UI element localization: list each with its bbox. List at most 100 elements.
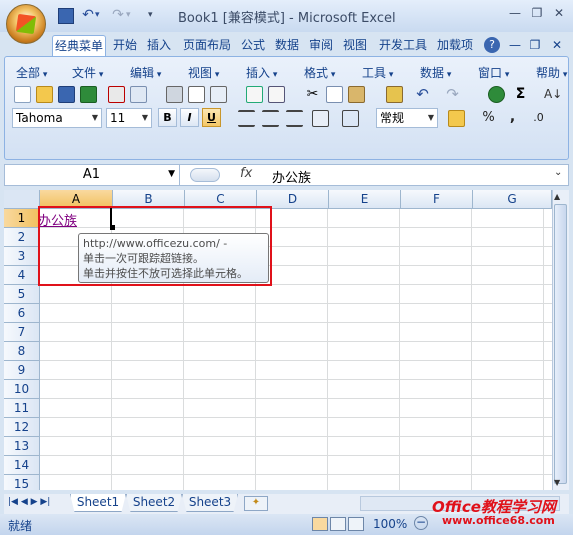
menu-view[interactable]: 视图 <box>188 64 219 81</box>
copy-icon[interactable] <box>326 86 343 103</box>
page-break-view-icon[interactable] <box>348 517 364 531</box>
row-header-11[interactable]: 11 <box>4 399 40 418</box>
redo-dropdown-icon[interactable]: ▾ <box>126 8 142 24</box>
cut-icon[interactable]: ✂ <box>304 86 321 103</box>
select-all-corner[interactable] <box>4 190 40 209</box>
row-header-8[interactable]: 8 <box>4 342 40 361</box>
tab-view[interactable]: 视图 <box>340 35 370 56</box>
research-icon[interactable] <box>210 86 227 103</box>
menu-file[interactable]: 文件 <box>72 64 103 81</box>
menu-edit[interactable]: 编辑 <box>130 64 161 81</box>
row-header-12[interactable]: 12 <box>4 418 40 437</box>
pdf-icon[interactable] <box>108 86 125 103</box>
row-header-7[interactable]: 7 <box>4 323 40 342</box>
borders-icon[interactable] <box>342 110 359 127</box>
underline-button[interactable]: U <box>202 108 221 127</box>
undo-toolbar-icon[interactable]: ↶ <box>414 86 431 103</box>
permission-icon[interactable] <box>80 86 97 103</box>
menu-all[interactable]: 全部 <box>16 64 47 81</box>
row-header-6[interactable]: 6 <box>4 304 40 323</box>
email-icon[interactable] <box>130 86 147 103</box>
expand-formula-icon[interactable]: ⌄ <box>554 167 562 178</box>
spelling-icon[interactable] <box>246 86 263 103</box>
tab-formulas[interactable]: 公式 <box>238 35 268 56</box>
row-header-14[interactable]: 14 <box>4 456 40 475</box>
bold-button[interactable]: B <box>158 108 177 127</box>
formula-input[interactable]: 办公族 <box>272 167 311 186</box>
row-header-10[interactable]: 10 <box>4 380 40 399</box>
page-layout-view-icon[interactable] <box>330 517 346 531</box>
tab-classic-menu[interactable]: 经典菜单 <box>52 35 106 56</box>
scroll-down-icon[interactable]: ▼ <box>554 478 560 487</box>
tab-developer[interactable]: 开发工具 <box>376 35 430 56</box>
row-header-13[interactable]: 13 <box>4 437 40 456</box>
close-icon[interactable]: ✕ <box>550 6 568 22</box>
chevron-down-icon[interactable]: ▼ <box>425 109 437 127</box>
column-header-g[interactable]: G <box>473 190 552 209</box>
tab-insert[interactable]: 插入 <box>144 35 174 56</box>
chevron-down-icon[interactable]: ▼ <box>168 164 175 185</box>
row-header-15[interactable]: 15 <box>4 475 40 490</box>
row-header-9[interactable]: 9 <box>4 361 40 380</box>
merge-center-icon[interactable] <box>312 110 329 127</box>
print-preview-icon[interactable] <box>188 86 205 103</box>
ribbon-close-icon[interactable]: ✕ <box>550 35 564 56</box>
restore-icon[interactable]: ❐ <box>528 6 546 22</box>
sheet-tab-2[interactable]: Sheet2 <box>126 494 182 512</box>
redo-toolbar-icon[interactable]: ↷ <box>444 86 461 103</box>
tab-review[interactable]: 审阅 <box>306 35 336 56</box>
undo-dropdown-icon[interactable]: ▾ <box>95 8 111 24</box>
font-name-combo[interactable]: Tahoma ▼ <box>12 108 102 128</box>
tab-page-layout[interactable]: 页面布局 <box>180 35 234 56</box>
chevron-down-icon[interactable]: ▼ <box>89 109 101 127</box>
sort-icon[interactable]: A↓ <box>544 86 562 103</box>
italic-button[interactable]: I <box>180 108 199 127</box>
menu-insert[interactable]: 插入 <box>246 64 277 81</box>
sheet-nav-icons[interactable]: |◀ ◀ ▶ ▶| <box>8 497 50 507</box>
name-box[interactable]: A1 ▼ <box>4 164 180 186</box>
autosum-icon[interactable]: Σ <box>512 86 529 103</box>
increase-decimal-icon[interactable]: .0 <box>530 110 547 127</box>
row-header-4[interactable]: 4 <box>4 266 40 285</box>
zoom-out-icon[interactable]: − <box>414 516 428 530</box>
number-format-combo[interactable]: 常规 ▼ <box>376 108 438 128</box>
tab-data[interactable]: 数据 <box>272 35 302 56</box>
column-header-e[interactable]: E <box>329 190 401 209</box>
format-painter-icon[interactable] <box>386 86 403 103</box>
vertical-scroll-thumb[interactable] <box>554 204 567 484</box>
row-header-2[interactable]: 2 <box>4 228 40 247</box>
new-icon[interactable] <box>14 86 31 103</box>
undo-icon[interactable]: ↶ <box>80 8 96 24</box>
hyperlink-icon[interactable] <box>488 86 505 103</box>
zoom-level[interactable]: 100% <box>373 517 407 531</box>
menu-format[interactable]: 格式 <box>304 64 335 81</box>
save-icon[interactable] <box>58 8 74 24</box>
align-center-icon[interactable] <box>262 110 279 127</box>
sheet-tab-3[interactable]: Sheet3 <box>182 494 238 512</box>
insert-sheet-icon[interactable]: ✦ <box>244 496 268 511</box>
menu-window[interactable]: 窗口 <box>478 64 509 81</box>
menu-tools[interactable]: 工具 <box>362 64 393 81</box>
column-header-f[interactable]: F <box>401 190 473 209</box>
ribbon-restore-icon[interactable]: ❐ <box>528 35 542 56</box>
scroll-up-icon[interactable]: ▲ <box>554 192 560 201</box>
font-size-combo[interactable]: 11 ▼ <box>106 108 152 128</box>
sheet-tab-1[interactable]: Sheet1 <box>70 494 126 512</box>
align-right-icon[interactable] <box>286 110 303 127</box>
print-icon[interactable] <box>166 86 183 103</box>
currency-icon[interactable] <box>448 110 465 127</box>
menu-data[interactable]: 数据 <box>420 64 451 81</box>
tab-addins[interactable]: 加载项 <box>434 35 476 56</box>
paste-icon[interactable] <box>348 86 365 103</box>
research-book-icon[interactable] <box>268 86 285 103</box>
ribbon-minimize-icon[interactable]: — <box>508 35 522 56</box>
row-header-5[interactable]: 5 <box>4 285 40 304</box>
comma-button[interactable]: , <box>504 110 521 127</box>
tab-home[interactable]: 开始 <box>110 35 140 56</box>
redo-icon[interactable]: ↷ <box>110 8 126 24</box>
row-header-1[interactable]: 1 <box>4 209 40 228</box>
office-button[interactable] <box>6 4 46 44</box>
align-left-icon[interactable] <box>238 110 255 127</box>
chevron-down-icon[interactable]: ▼ <box>139 109 151 127</box>
row-header-3[interactable]: 3 <box>4 247 40 266</box>
